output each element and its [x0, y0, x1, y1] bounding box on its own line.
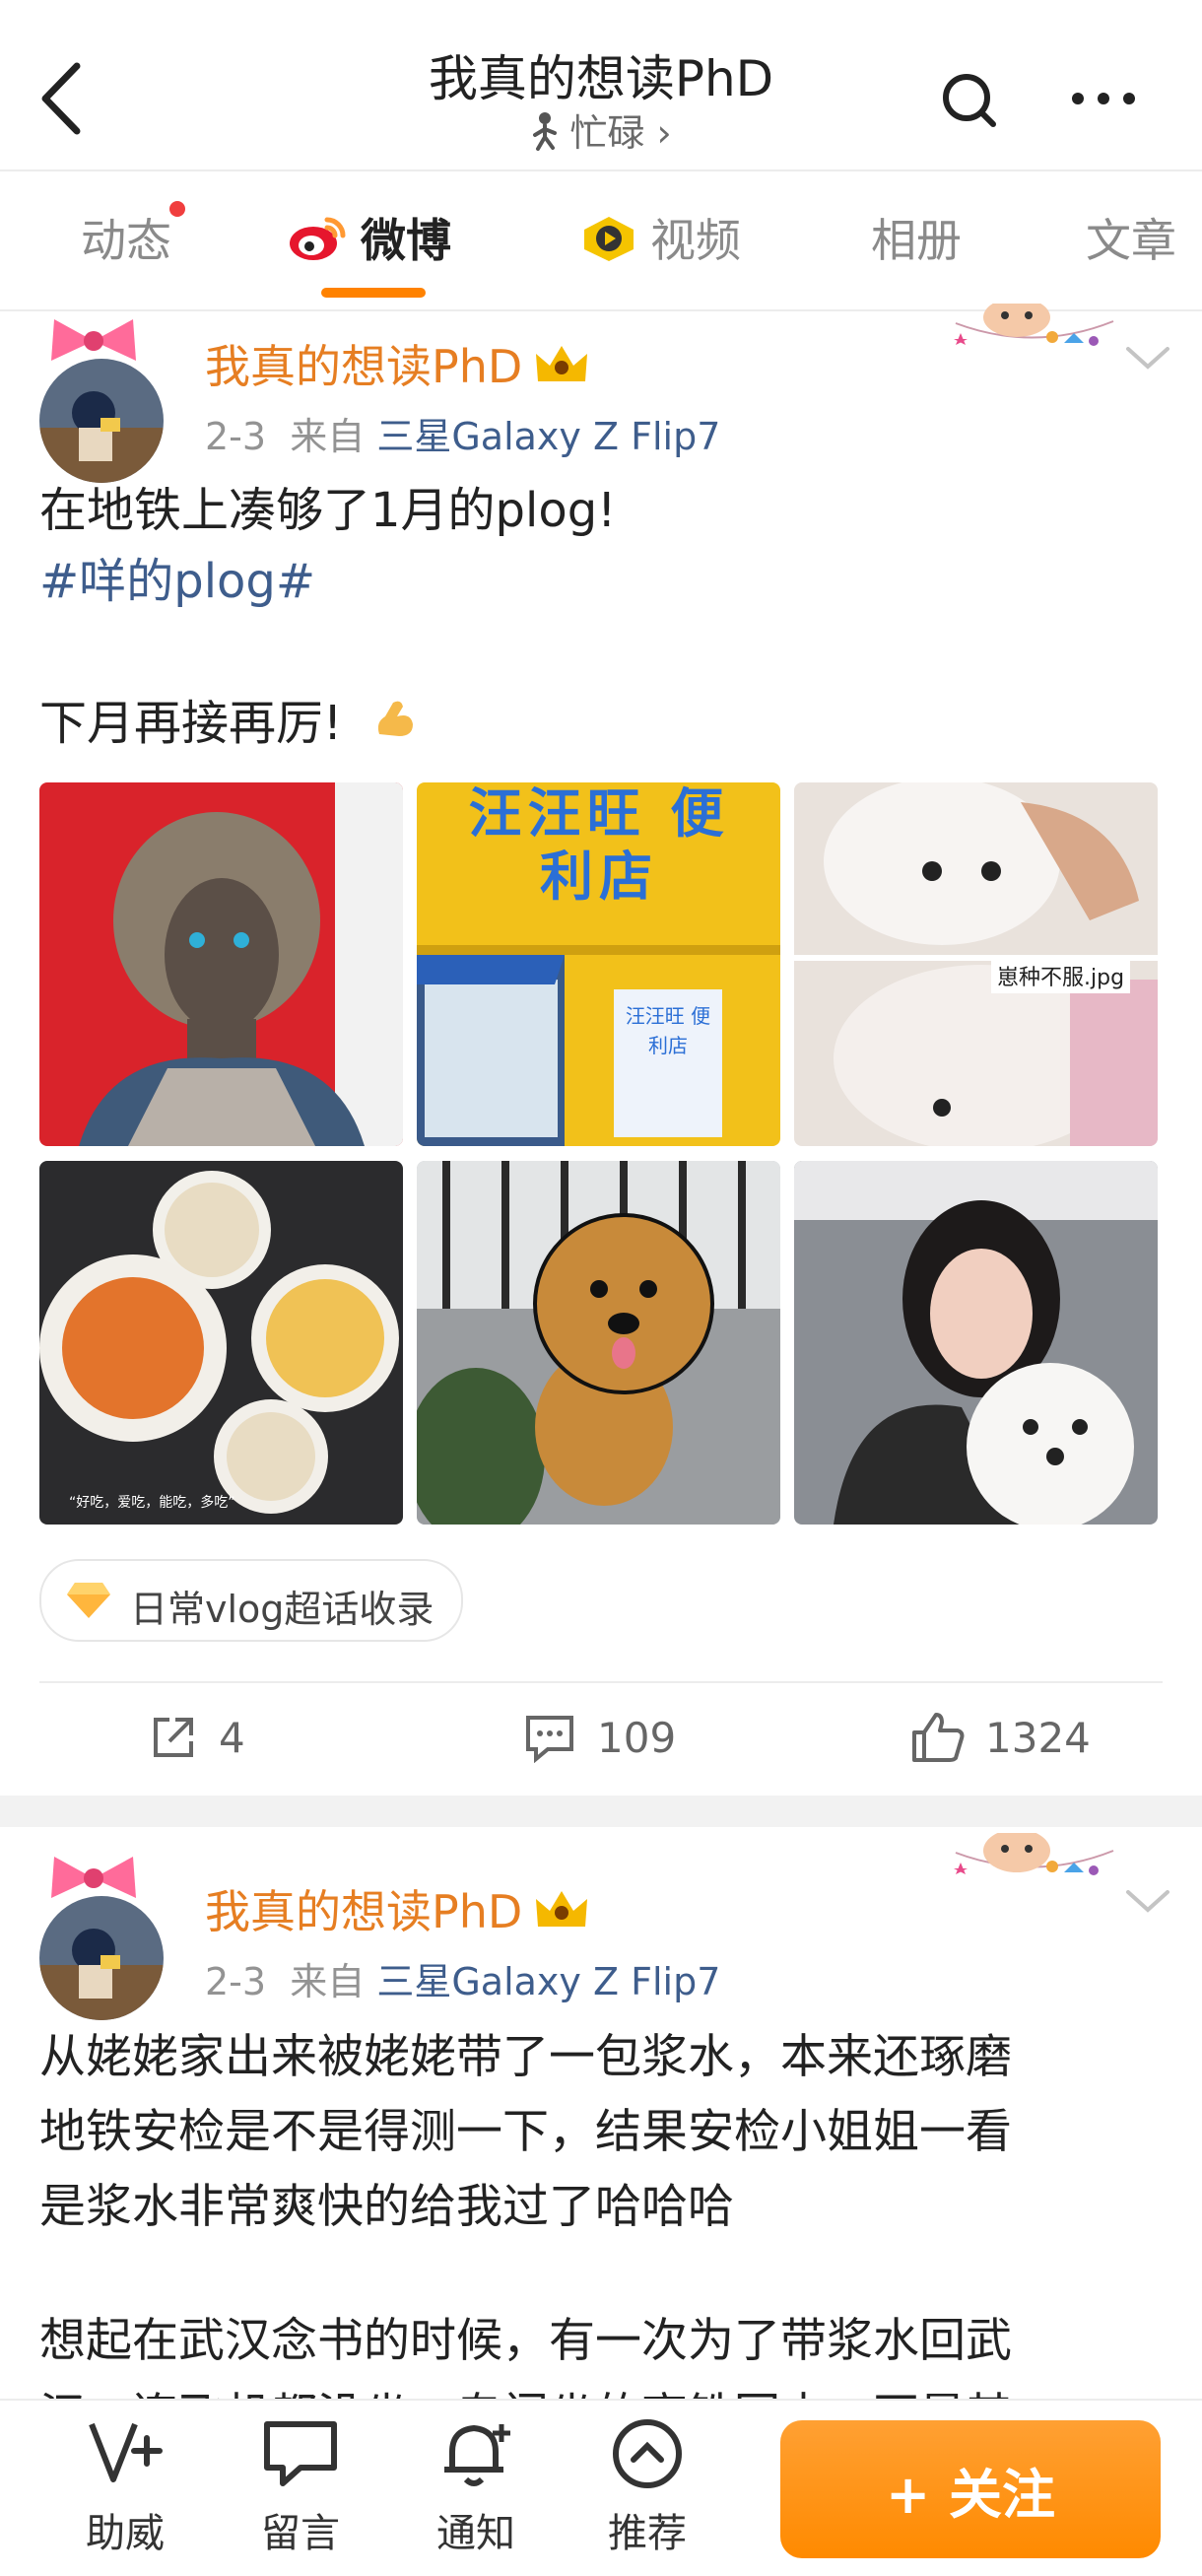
runner-icon — [530, 111, 560, 160]
bell-plus-icon — [436, 2424, 515, 2493]
status-text: 忙碌 › — [569, 111, 672, 155]
notify-button[interactable]: 通知 — [412, 2418, 540, 2558]
more-options-button[interactable] — [1064, 74, 1143, 123]
cartoon-decoration-icon — [946, 298, 1123, 382]
post-image-food[interactable]: “好吃，爱吃，能吃，多吃” — [39, 1161, 403, 1525]
avatar[interactable] — [39, 359, 164, 483]
search-button[interactable] — [936, 67, 1005, 136]
cartoon-decoration-icon — [946, 1829, 1123, 1912]
video-icon — [581, 214, 636, 274]
recommend-label: 推荐 — [608, 2511, 687, 2556]
diamond-icon — [65, 1579, 112, 1626]
dog-caption-text: 崽种不服.jpg — [991, 958, 1131, 993]
bow-decoration-icon — [39, 1849, 148, 1908]
recommend-button[interactable]: 推荐 — [583, 2418, 711, 2558]
flexed-biceps-emoji — [371, 691, 419, 762]
active-tab-indicator — [321, 288, 426, 298]
post-author[interactable]: 我真的想读PhD — [205, 331, 591, 398]
repost-count: 4 — [219, 1713, 245, 1762]
avatar[interactable] — [39, 1896, 164, 2020]
post-text-line: 下月再接再厉! — [39, 688, 1172, 762]
post-meta: 2-3 来自 三星Galaxy Z Flip7 — [205, 406, 720, 460]
message-label: 留言 — [261, 2511, 340, 2556]
like-count: 1324 — [985, 1713, 1091, 1762]
hashtag-link[interactable]: #咩的plog# — [39, 546, 1172, 617]
post-text-line: 是浆水非常爽快的给我过了哈哈哈 — [39, 2180, 734, 2234]
post-text-line: 在地铁上凑够了1月的plog! — [39, 483, 617, 538]
super-topic-chip[interactable]: 日常vlog超话收录 — [39, 1559, 463, 1642]
weibo-logo-icon — [288, 214, 349, 274]
post-device[interactable]: 三星Galaxy Z Flip7 — [376, 415, 720, 458]
post-author[interactable]: 我真的想读PhD — [205, 1876, 591, 1943]
chevron-down-icon[interactable] — [1118, 339, 1177, 378]
post-separator — [0, 1796, 1202, 1827]
follow-button[interactable]: + 关注 — [780, 2420, 1161, 2558]
chevron-up-circle-icon — [608, 2419, 687, 2493]
comment-icon — [526, 1716, 573, 1763]
post-date: 2-3 — [205, 415, 267, 458]
tab-album[interactable]: 相册 — [871, 205, 962, 270]
post-image-puppy[interactable]: 崽种不服.jpg — [794, 782, 1158, 1146]
post-card: 我真的想读PhD 2-3 来自 三星Galaxy Z Flip7 在地铁上凑够了… — [0, 298, 1202, 1790]
v-plus-icon — [86, 2422, 165, 2493]
thumbs-up-icon — [912, 1713, 965, 1762]
post-actions: 4 109 1324 — [0, 1693, 1202, 1782]
cheer-label: 助威 — [86, 2511, 165, 2556]
super-topic-label: 日常vlog超话收录 — [130, 1588, 434, 1631]
post-text-line: 地铁安检是不是得测一下，结果安检小姐姐一看 — [39, 2105, 1012, 2159]
notification-dot — [169, 201, 185, 217]
store-sign-text: 汪汪旺 便利店 — [468, 782, 730, 908]
repost-button[interactable]: 4 — [148, 1693, 245, 1782]
tab-video[interactable]: 视频 — [581, 205, 741, 274]
repost-icon — [154, 1718, 193, 1757]
store-small-sign-text: 汪汪旺 便利店 — [625, 1004, 711, 1057]
bow-decoration-icon — [39, 311, 148, 371]
top-header: 我真的想读PhD 忙碌 › — [0, 0, 1202, 169]
post-body: 从姥姥家出来被姥姥带了一包浆水，本来还琢磨 地铁安检是不是得测一下，结果安检小姐… — [39, 2020, 1172, 2454]
post-image-doll[interactable] — [39, 782, 403, 1146]
post-text-line: 从姥姥家出来被姥姥带了一包浆水，本来还琢磨 — [39, 2030, 1012, 2084]
comment-button[interactable]: 109 — [522, 1693, 676, 1782]
post-card: 我真的想读PhD 2-3 来自 三星Galaxy Z Flip7 从姥姥家出来被… — [0, 1829, 1202, 2443]
like-button[interactable]: 1324 — [910, 1693, 1091, 1782]
post-from-label: 来自 — [290, 1960, 366, 2003]
post-image-golden-retriever[interactable] — [417, 1161, 780, 1525]
comment-count: 109 — [597, 1713, 677, 1762]
post-device[interactable]: 三星Galaxy Z Flip7 — [376, 1960, 720, 2003]
post-date: 2-3 — [205, 1960, 267, 2003]
actions-divider — [39, 1681, 1163, 1683]
message-button[interactable]: 留言 — [236, 2418, 365, 2558]
post-image-store[interactable]: 汪汪旺 便利店 汪汪旺 便利店 — [417, 782, 780, 1146]
post-from-label: 来自 — [290, 415, 366, 458]
crown-badge-icon — [532, 1887, 591, 1943]
message-icon — [261, 2421, 340, 2493]
tab-dynamics[interactable]: 动态 — [81, 201, 185, 270]
cheer-button[interactable]: 助威 — [61, 2418, 189, 2558]
post-image-selfie[interactable] — [794, 1161, 1158, 1525]
post-text-line: 想起在武汉念书的时候，有一次为了带浆水回武 — [39, 2314, 1012, 2368]
status-line[interactable]: 忙碌 › — [0, 102, 1202, 160]
food-caption-text: “好吃，爱吃，能吃，多吃” — [69, 1495, 235, 1511]
tab-weibo[interactable]: 微博 — [288, 205, 451, 274]
bottom-action-bar: 助威 留言 通知 推荐 + 关注 — [0, 2399, 1202, 2576]
post-body: 在地铁上凑够了1月的plog! #咩的plog# 下月再接再厉! — [39, 475, 1172, 762]
tab-articles[interactable]: 文章 — [1086, 205, 1176, 270]
chevron-down-icon[interactable] — [1118, 1882, 1177, 1922]
notify-label: 通知 — [436, 2511, 515, 2556]
profile-title: 我真的想读PhD — [428, 50, 774, 107]
crown-badge-icon — [532, 342, 591, 398]
profile-tabs: 动态 微博 视频 相册 文章 — [0, 171, 1202, 309]
post-meta: 2-3 来自 三星Galaxy Z Flip7 — [205, 1951, 720, 2005]
